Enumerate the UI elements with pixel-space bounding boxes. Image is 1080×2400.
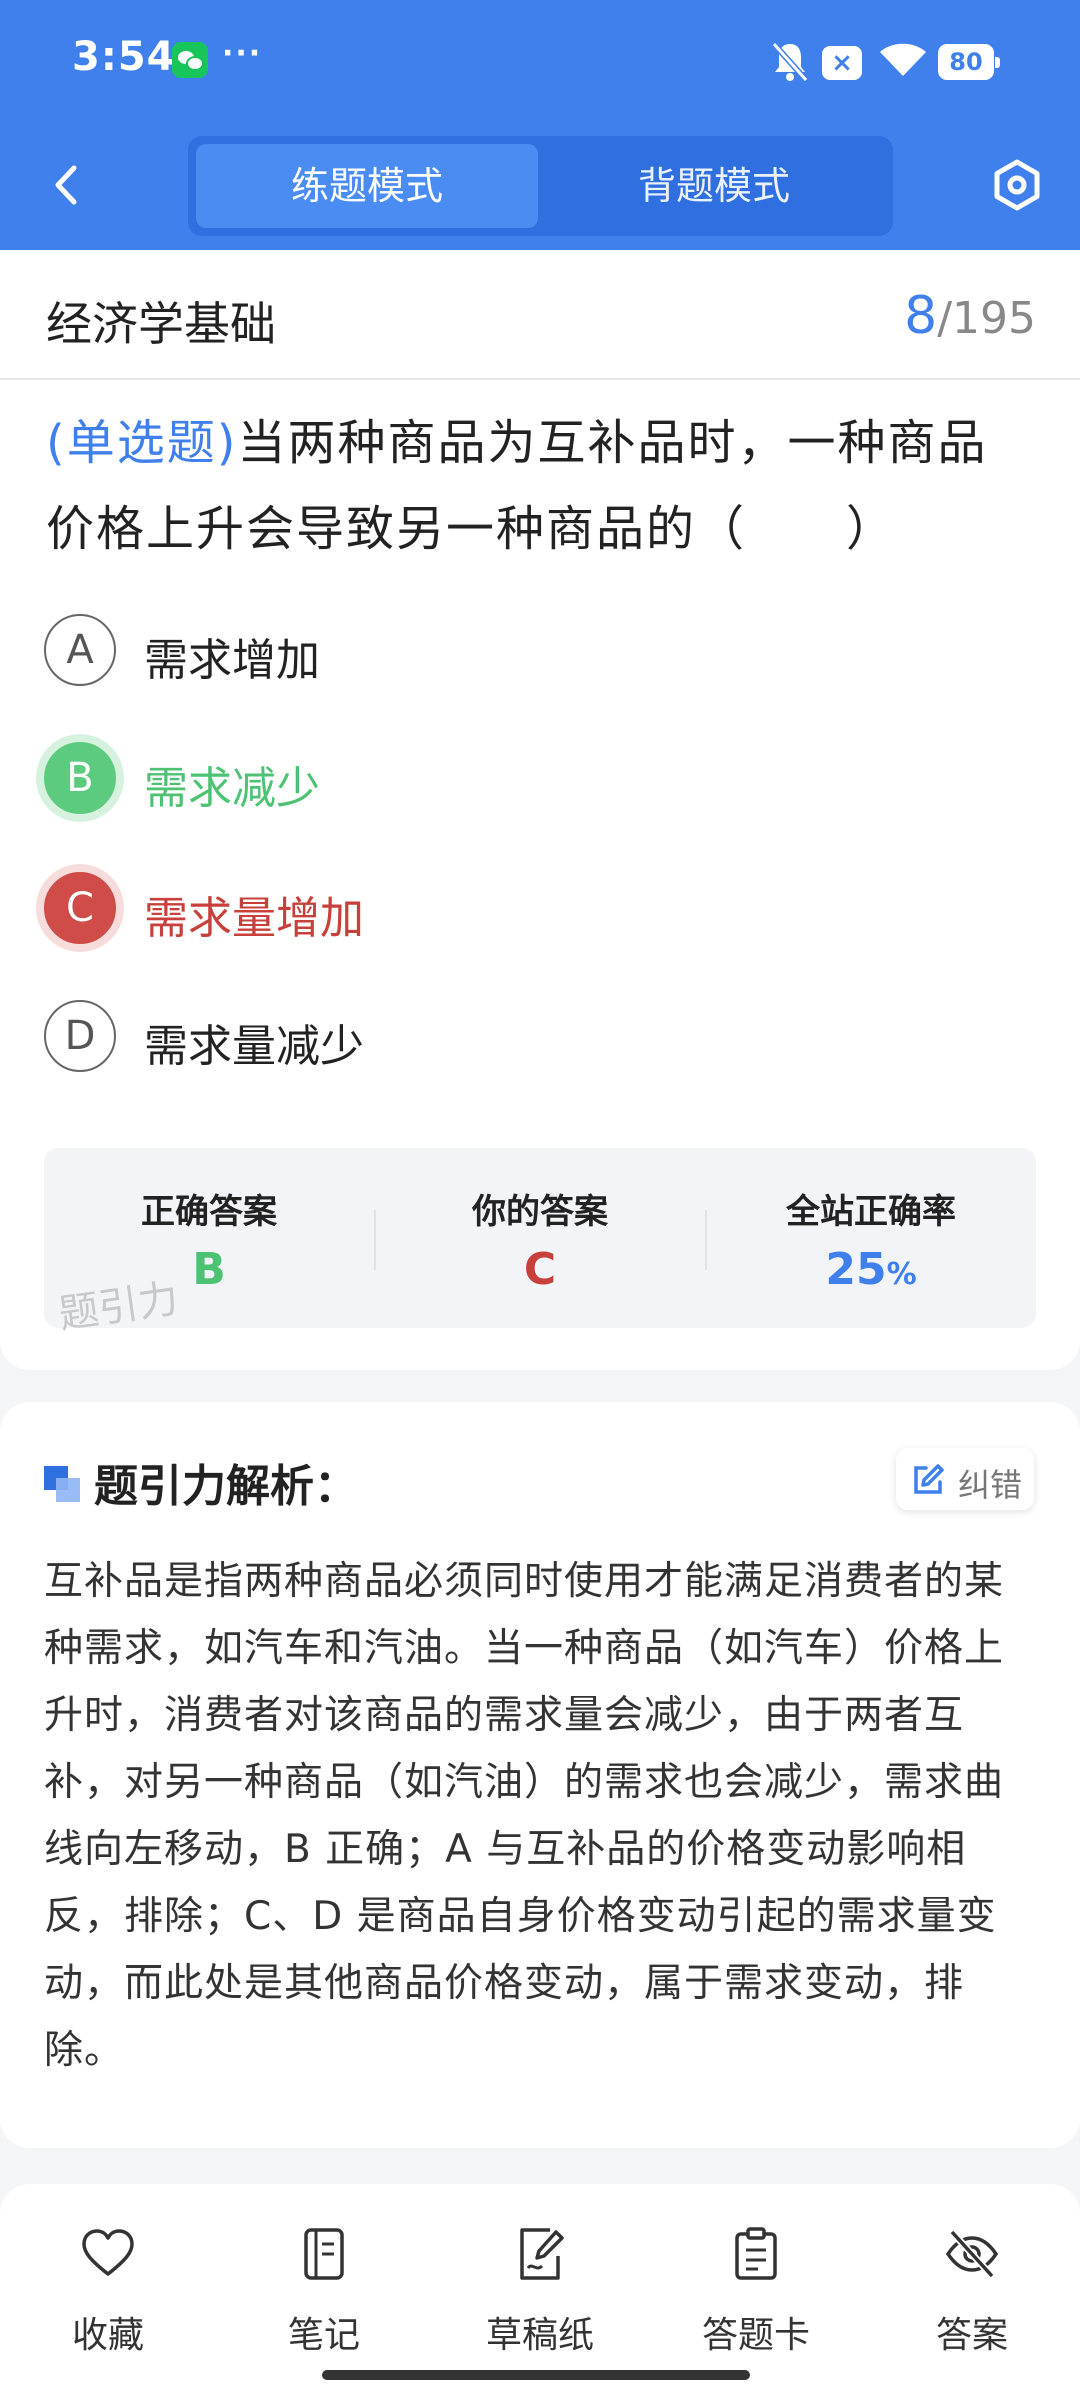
current-question-number: 8 [904,286,938,346]
tab-memorize-mode[interactable]: 背题模式 [543,144,885,228]
option-c-label: 需求量增加 [144,893,364,944]
accuracy-column: 全站正确率 25% [706,1148,1036,1328]
option-c-letter: C [44,872,116,944]
wifi-icon [880,43,926,76]
report-error-label: 纠错 [958,1466,1023,1504]
bottom-toolbar: 收藏 笔记 草稿纸 答题卡 答案 [0,2184,1080,2400]
eye-off-icon [945,2229,999,2279]
tab-practice-mode[interactable]: 练题模式 [196,144,538,228]
mode-switch: 练题模式 背题模式 [188,136,893,236]
analysis-squares-icon [44,1466,80,1502]
correct-answer-title: 正确答案 [141,1192,277,1232]
draft-paper-icon [520,2228,564,2280]
subject-title: 经济学基础 [46,297,276,351]
status-time: 3:54 [72,34,176,80]
answer-summary: 正确答案 B 你的答案 C 全站正确率 25% 题引力 [44,1148,1036,1338]
question-card: 经济学基础 8/195 (单选题)当两种商品为互补品时，一种商品价格上升会导致另… [0,250,1080,1370]
option-c[interactable]: C 需求量增加 [44,868,1034,948]
your-answer-column: 你的答案 C [375,1148,705,1328]
answer-toggle-button[interactable]: 答案 [882,2226,1062,2356]
total-questions: /195 [937,293,1036,344]
notes-button[interactable]: 笔记 [234,2226,414,2356]
back-arrow-icon[interactable] [46,160,86,210]
wechat-notification-icon [172,42,208,78]
answer-card-icon [735,2227,777,2280]
option-b-label: 需求减少 [144,763,320,814]
draft-paper-button[interactable]: 草稿纸 [450,2226,630,2356]
option-a-letter: A [44,614,116,686]
accuracy-title: 全站正确率 [786,1192,956,1232]
favorite-button[interactable]: 收藏 [18,2226,198,2356]
accuracy-number: 25 [825,1244,887,1295]
battery-indicator: 80 [938,44,1000,80]
x-badge-icon: × [822,46,862,80]
notebook-icon [304,2228,344,2280]
analysis-title: 题引力解析： [94,1461,358,1512]
accuracy-value: 25% [706,1244,1036,1295]
report-error-button[interactable]: 纠错 [896,1448,1034,1510]
notes-label: 笔记 [287,2315,360,2356]
option-b[interactable]: B 需求减少 [44,738,1034,818]
question-type: (单选题) [46,415,238,471]
option-a[interactable]: A 需求增加 [44,610,1034,690]
option-d[interactable]: D 需求量减少 [44,996,1034,1076]
subject-row: 经济学基础 8/195 [0,250,1080,380]
option-b-letter: B [44,742,116,814]
top-bar: 3:54 ··· × 80 练题模式 背题模式 [0,0,1080,250]
more-notifications-icon: ··· [222,36,263,71]
analysis-text: 互补品是指两种商品必须同时使用才能满足消费者的某种需求，如汽车和汽油。当一种商品… [44,1559,1005,2073]
answer-card-label: 答题卡 [701,2315,810,2356]
settings-hexagon-icon[interactable] [990,158,1044,212]
heart-icon [82,2229,134,2276]
option-d-letter: D [44,1000,116,1072]
edit-icon [914,1464,944,1494]
favorite-label: 收藏 [71,2315,144,2356]
accuracy-unit: % [886,1257,917,1292]
option-a-label: 需求增加 [144,635,320,686]
answer-card-button[interactable]: 答题卡 [666,2226,846,2356]
your-answer-title: 你的答案 [472,1192,608,1232]
bell-muted-icon [771,42,809,82]
your-answer-value: C [523,1244,557,1295]
option-d-label: 需求量减少 [144,1021,364,1072]
home-indicator[interactable] [322,2370,750,2380]
status-bar: 3:54 ··· × 80 [0,0,1080,125]
analysis-card: 题引力解析： 纠错 互补品是指两种商品必须同时使用才能满足消费者的某种需求，如汽… [0,1402,1080,2148]
question-progress: 8/195 [904,286,1036,346]
question-text: (单选题)当两种商品为互补品时，一种商品价格上升会导致另一种商品的（ ） [46,400,1036,572]
answer-toggle-label: 答案 [935,2315,1008,2356]
draft-paper-label: 草稿纸 [485,2315,594,2356]
